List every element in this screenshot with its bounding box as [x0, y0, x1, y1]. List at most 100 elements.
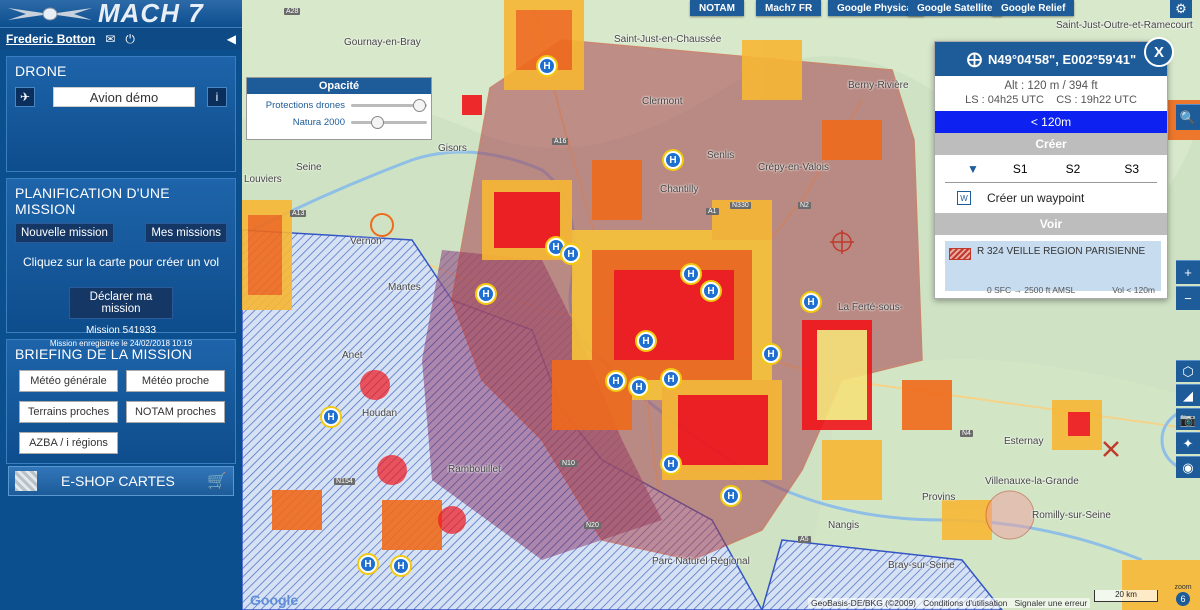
place-label: Mantes [388, 282, 421, 293]
terms-link[interactable]: Conditions d'utilisation [923, 598, 1007, 608]
sunrise-time: LS : 04h25 UTC [965, 94, 1044, 106]
nearby-airfields-button[interactable]: Terrains proches [19, 401, 118, 423]
heliport-icon[interactable]: H [762, 345, 780, 363]
altitude-band: < 120m [935, 111, 1167, 133]
heliport-icon[interactable]: H [702, 282, 720, 300]
create-waypoint-button[interactable]: W Créer un waypoint [935, 183, 1167, 213]
altitude-text: Alt : 120 m / 394 ft [1004, 80, 1098, 92]
road-tag: N20 [584, 522, 601, 529]
mach7-layer-button[interactable]: Mach7 FR [756, 0, 822, 16]
mail-icon[interactable]: ✉ [105, 32, 115, 46]
zoom-out-button[interactable]: − [1176, 286, 1200, 310]
zoom-in-button[interactable]: + [1176, 260, 1200, 284]
zoom-indicator: zoom 6 [1172, 584, 1194, 608]
place-label: Parc Naturel Régional [652, 556, 750, 567]
local-weather-button[interactable]: Météo proche [126, 370, 225, 392]
heliport-icon[interactable]: H [664, 151, 682, 169]
map-view[interactable]: H H H H H H H H H H H H H H H H H H Gour… [242, 0, 1200, 610]
heliport-icon[interactable]: H [662, 455, 680, 473]
nearby-notam-button[interactable]: NOTAM proches [126, 401, 225, 423]
hexagon-tool-icon[interactable]: ⬡ [1176, 360, 1200, 382]
place-label: Clermont [642, 96, 683, 107]
slider-knob[interactable] [371, 116, 384, 129]
place-label: Anet [342, 350, 363, 361]
info-button[interactable]: i [207, 87, 227, 107]
drone-protection-slider[interactable] [351, 99, 427, 112]
place-label: Provins [922, 492, 956, 503]
heliport-icon[interactable]: H [802, 293, 820, 311]
power-icon[interactable]: ⏻ [125, 32, 135, 47]
create-slots-row: ▼ S1 S2 S3 [945, 155, 1157, 183]
new-mission-button[interactable]: Nouvelle mission [15, 223, 114, 243]
heliport-icon[interactable]: H [562, 245, 580, 263]
close-panel-button[interactable]: X [1144, 37, 1174, 67]
search-map-icon[interactable]: 🔍 [1176, 104, 1200, 130]
place-label: Esternay [1004, 436, 1044, 447]
heliport-icon[interactable]: H [637, 332, 655, 350]
road-tag: A13 [290, 210, 307, 217]
azba-regions-button[interactable]: AZBA / i régions [19, 432, 118, 454]
heliport-icon[interactable]: H [662, 370, 680, 388]
aircraft-select[interactable]: Avion démo [53, 87, 195, 107]
my-missions-button[interactable]: Mes missions [145, 223, 227, 243]
google-logo: Google [250, 592, 299, 608]
slot-s3-button[interactable]: S3 [1124, 162, 1139, 176]
eshop-button[interactable]: E-SHOP CARTES 🛒 [8, 466, 234, 496]
heliport-icon[interactable]: H [682, 265, 700, 283]
heliport-icon[interactable]: H [477, 285, 495, 303]
zone-limits: 0 SFC → 2500 ft AMSL [987, 285, 1076, 295]
road-tag: A16 [552, 138, 569, 145]
zoom-value: 6 [1176, 592, 1190, 606]
globe-icon[interactable]: ◉ [1176, 456, 1200, 478]
wings-logo-icon [8, 7, 92, 20]
collapse-sidebar-icon[interactable]: ◀ [227, 32, 236, 46]
road-tag: A1 [706, 208, 719, 215]
zone-card[interactable]: R 324 VEILLE REGION PARISIENNE [945, 241, 1161, 291]
place-label: Saint-Just-Outre-et-Ramecourt [1056, 20, 1193, 31]
slot-s1-button[interactable]: S1 [1013, 162, 1028, 176]
notam-layer-button[interactable]: NOTAM [690, 0, 744, 16]
mission-panel: PLANIFICATION D'UNE MISSION Nouvelle mis… [6, 178, 236, 348]
google-relief-button[interactable]: Google Relief [992, 0, 1075, 16]
slot-s2-button[interactable]: S2 [1066, 162, 1081, 176]
place-label: Villenauxe-la-Grande [985, 476, 1079, 487]
place-label: Nangis [828, 520, 860, 531]
see-section-header: Voir [935, 213, 1167, 235]
drone-row: ✈ Avion démo i [7, 81, 235, 113]
report-error-link[interactable]: Signaler une erreur [1015, 598, 1088, 608]
heliport-icon[interactable]: H [322, 408, 340, 426]
declare-mission-button[interactable]: Déclarer ma mission [69, 287, 173, 319]
ruler-tool-icon[interactable]: ◢ [1176, 384, 1200, 406]
layer-settings-icon[interactable]: ⚙ [1170, 0, 1192, 18]
place-label: Chantilly [660, 184, 699, 195]
aircraft-icon[interactable]: ✈ [15, 87, 35, 107]
heliport-icon[interactable]: H [392, 557, 410, 575]
coordinates: N49°04'58", E002°59'41" [988, 51, 1137, 67]
pin-icon: ▼ [967, 161, 979, 176]
general-weather-button[interactable]: Météo générale [19, 370, 118, 392]
slider-knob[interactable] [413, 99, 426, 112]
compass-icon[interactable]: ✦ [1176, 432, 1200, 454]
heliport-icon[interactable]: H [538, 57, 556, 75]
user-name-link[interactable]: Frederic Botton [6, 32, 95, 46]
heliport-icon[interactable]: H [607, 372, 625, 390]
place-label: Berny-Rivière [848, 80, 909, 91]
road-tag: N4 [960, 430, 973, 437]
place-label: Rambouillet [448, 464, 501, 475]
cart-icon: 🛒 [207, 473, 227, 490]
google-satellite-button[interactable]: Google Satellite [908, 0, 1002, 16]
place-label: Crépy-en-Valois [758, 162, 829, 173]
heliport-icon[interactable]: H [630, 378, 648, 396]
user-bar: Frederic Botton ✉ ⏻ ◀ [0, 28, 242, 50]
heliport-icon[interactable]: H [722, 487, 740, 505]
place-label: Senlis [707, 150, 735, 161]
camera-icon[interactable]: 📷 [1176, 408, 1200, 430]
waypoint-icon: W [957, 191, 971, 205]
opacity-panel: Opacité Protections drones Natura 2000 [246, 77, 432, 140]
place-label: Louviers [244, 174, 282, 185]
natura-2000-slider[interactable] [351, 116, 427, 129]
eshop-label: E-SHOP CARTES [61, 473, 175, 489]
sunset-time: CS : 19h22 UTC [1056, 94, 1137, 106]
opacity-title: Opacité [247, 78, 431, 94]
heliport-icon[interactable]: H [359, 555, 377, 573]
